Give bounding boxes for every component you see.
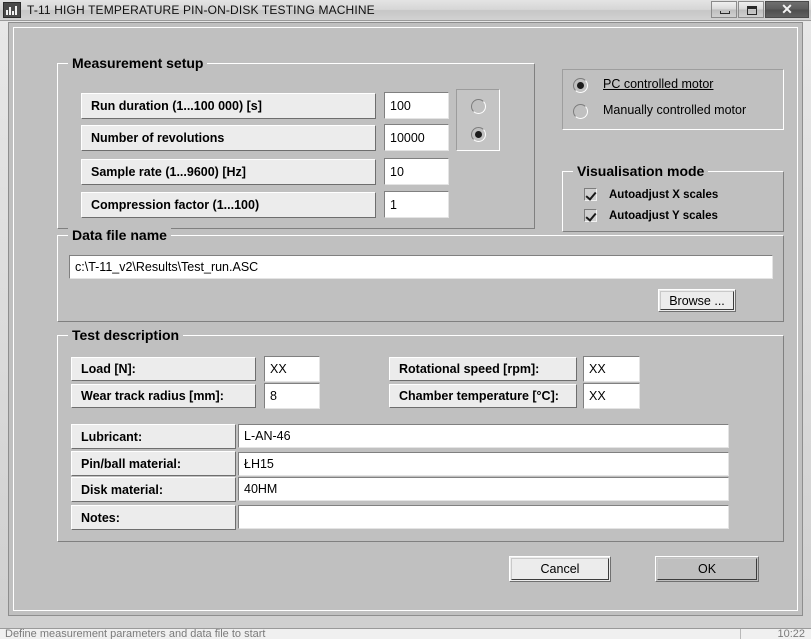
manually-controlled-motor-label[interactable]: Manually controlled motor	[603, 103, 746, 117]
pin-ball-material-input[interactable]: ŁH15	[238, 452, 729, 476]
browse-button-label: Browse ...	[669, 293, 725, 308]
manually-controlled-motor-radio[interactable]	[573, 104, 588, 119]
pc-controlled-motor-radio[interactable]	[573, 78, 588, 93]
disk-material-label: Disk material:	[71, 477, 236, 502]
cancel-button-label: Cancel	[540, 562, 580, 576]
number-of-revolutions-input[interactable]: 10000	[384, 124, 449, 151]
motor-control-panel: PC controlled motor Manually controlled …	[562, 69, 784, 130]
status-bar-separator	[740, 629, 741, 639]
visualisation-mode-group: Visualisation mode	[562, 163, 784, 232]
run-duration-input[interactable]: 100	[384, 92, 449, 119]
chamber-temperature-label: Chamber temperature [°C]:	[389, 384, 577, 408]
autoadjust-x-checkbox[interactable]	[584, 188, 597, 201]
disk-material-input[interactable]: 40HM	[238, 477, 729, 501]
load-label: Load [N]:	[71, 357, 256, 381]
rotational-speed-input[interactable]: XX	[583, 356, 640, 382]
window-title: T-11 HIGH TEMPERATURE PIN-ON-DISK TESTIN…	[27, 3, 375, 17]
revolutions-mode-radio[interactable]	[471, 127, 486, 142]
wear-track-radius-input[interactable]: 8	[264, 383, 320, 409]
notes-label: Notes:	[71, 505, 236, 530]
autoadjust-y-checkbox[interactable]	[584, 209, 597, 222]
visualisation-mode-title: Visualisation mode	[573, 163, 709, 179]
load-input[interactable]: XX	[264, 356, 320, 382]
test-description-title: Test description	[68, 327, 184, 343]
lubricant-label: Lubricant:	[71, 424, 236, 449]
data-file-path-input[interactable]: c:\T-11_v2\Results\Test_run.ASC	[69, 255, 773, 279]
close-icon: ✕	[781, 1, 793, 17]
chamber-temperature-input[interactable]: XX	[583, 383, 640, 409]
dialog-client-area: Measurement setup Run duration (1...100 …	[8, 22, 803, 616]
window-controls: ✕	[710, 1, 809, 19]
lubricant-input[interactable]: L-AN-46	[238, 424, 729, 448]
title-bar[interactable]: T-11 HIGH TEMPERATURE PIN-ON-DISK TESTIN…	[0, 0, 811, 21]
minimize-button[interactable]	[711, 1, 737, 18]
run-duration-label: Run duration (1...100 000) [s]	[81, 93, 376, 119]
measurement-setup-title: Measurement setup	[68, 55, 208, 71]
maximize-button[interactable]	[738, 1, 764, 18]
compression-factor-input[interactable]: 1	[384, 191, 449, 218]
status-bar: Define measurement parameters and data f…	[0, 628, 811, 639]
cancel-button[interactable]: Cancel	[509, 556, 611, 582]
autoadjust-y-label[interactable]: Autoadjust Y scales	[609, 210, 718, 222]
rotational-speed-label: Rotational speed [rpm]:	[389, 357, 577, 381]
status-bar-clock: 10:22	[777, 628, 805, 639]
number-of-revolutions-label: Number of revolutions	[81, 125, 376, 151]
sample-rate-input[interactable]: 10	[384, 158, 449, 185]
setup-mode-radio-group	[456, 89, 500, 151]
ok-button-label: OK	[697, 562, 717, 576]
wear-track-radius-label: Wear track radius [mm]:	[71, 384, 256, 408]
duration-mode-radio[interactable]	[471, 99, 486, 114]
minimize-icon	[720, 11, 730, 14]
pc-controlled-motor-label[interactable]: PC controlled motor	[603, 77, 713, 91]
bar-chart-icon	[3, 2, 21, 18]
data-file-title: Data file name	[68, 227, 171, 243]
pin-ball-material-label: Pin/ball material:	[71, 451, 236, 476]
notes-input[interactable]	[238, 505, 729, 529]
ok-button[interactable]: OK	[655, 556, 759, 582]
status-bar-text: Define measurement parameters and data f…	[5, 628, 266, 639]
browse-button[interactable]: Browse ...	[658, 289, 736, 312]
sample-rate-label: Sample rate (1...9600) [Hz]	[81, 159, 376, 185]
application-window: T-11 HIGH TEMPERATURE PIN-ON-DISK TESTIN…	[0, 0, 811, 639]
maximize-icon	[747, 6, 757, 15]
close-button[interactable]: ✕	[765, 1, 809, 18]
autoadjust-x-label[interactable]: Autoadjust X scales	[609, 189, 718, 201]
compression-factor-label: Compression factor (1...100)	[81, 192, 376, 218]
